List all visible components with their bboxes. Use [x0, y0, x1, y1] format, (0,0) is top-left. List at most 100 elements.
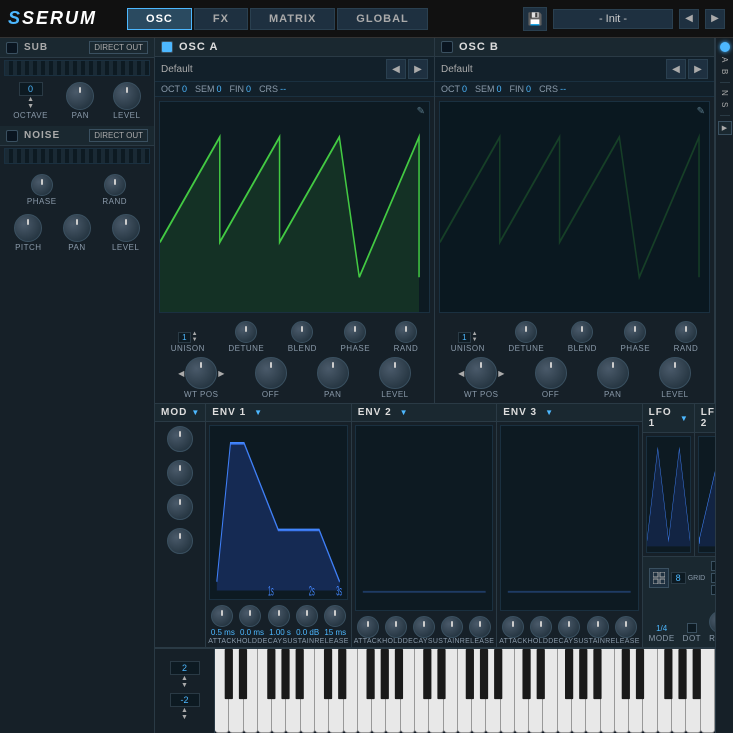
lfo-1-display[interactable]	[646, 436, 691, 553]
osc-a-oct-value[interactable]: 0	[182, 84, 187, 94]
osc-a-blend-knob[interactable]	[291, 321, 313, 343]
white-key-10[interactable]	[344, 649, 358, 733]
white-key-21[interactable]	[501, 649, 515, 733]
white-key-4[interactable]	[258, 649, 272, 733]
white-key-31[interactable]	[643, 649, 657, 733]
osc-a-unison-arrows[interactable]: ▲ ▼	[192, 331, 198, 343]
osc-a-level-knob[interactable]	[379, 357, 411, 389]
octave-low-down[interactable]: ▼	[181, 682, 188, 689]
right-tab-n[interactable]: N	[718, 88, 731, 98]
preset-next-button[interactable]: ▶	[705, 9, 725, 29]
white-key-17[interactable]	[444, 649, 458, 733]
grid-icon-button[interactable]	[649, 568, 669, 588]
octave-down-arrow[interactable]: ▼	[27, 103, 34, 110]
osc-a-sem-value[interactable]: 0	[217, 84, 222, 94]
white-key-18[interactable]	[458, 649, 472, 733]
keyboard-keys[interactable]	[215, 649, 715, 733]
preset-name[interactable]: - Init -	[553, 9, 673, 29]
osc-b-wtpos-prev[interactable]: ◀	[458, 369, 464, 378]
osc-b-next-button[interactable]: ▶	[688, 59, 708, 79]
osc-a-crs-value[interactable]: --	[280, 84, 286, 94]
sub-enable-checkbox[interactable]	[6, 42, 18, 54]
tab-osc[interactable]: OSC	[127, 8, 192, 30]
lfo-2-display[interactable]	[698, 436, 715, 553]
white-key-13[interactable]	[386, 649, 400, 733]
white-key-20[interactable]	[486, 649, 500, 733]
dot-checkbox[interactable]	[687, 623, 697, 633]
osc-a-edit-icon[interactable]: ✎	[417, 106, 425, 117]
right-extra-button[interactable]: ▶	[718, 121, 732, 135]
env-3-attack-knob[interactable]	[502, 616, 524, 638]
env-3-hold-knob[interactable]	[530, 616, 552, 638]
sub-level-knob[interactable]	[113, 82, 141, 110]
white-key-14[interactable]	[401, 649, 415, 733]
osc-a-prev-button[interactable]: ◀	[386, 59, 406, 79]
white-key-33[interactable]	[672, 649, 686, 733]
env-1-hold-knob[interactable]	[239, 605, 261, 627]
osc-a-phase-knob[interactable]	[344, 321, 366, 343]
rate-knob[interactable]	[709, 611, 715, 633]
osc-b-unison-arrows[interactable]: ▲ ▼	[472, 331, 478, 343]
white-key-24[interactable]	[543, 649, 557, 733]
white-key-12[interactable]	[372, 649, 386, 733]
sub-direct-out-button[interactable]: DIRECT OUT	[89, 41, 148, 54]
osc-b-blend-knob[interactable]	[571, 321, 593, 343]
osc-b-wtpos-next[interactable]: ▶	[498, 369, 504, 378]
white-key-8[interactable]	[315, 649, 329, 733]
white-key-11[interactable]	[358, 649, 372, 733]
white-key-34[interactable]	[686, 649, 700, 733]
env-3-decay-knob[interactable]	[558, 616, 580, 638]
mod-knob-2[interactable]	[167, 460, 193, 486]
lfo-1-arrow[interactable]: ▼	[680, 414, 688, 423]
noise-direct-out-button[interactable]: DIRECT OUT	[89, 129, 148, 142]
osc-a-waveform[interactable]: ✎	[159, 101, 430, 313]
osc-a-pan-knob[interactable]	[317, 357, 349, 389]
white-key-1[interactable]	[215, 649, 229, 733]
env-1-display[interactable]: 1s 2s 3s	[209, 425, 347, 600]
mod-knob-3[interactable]	[167, 494, 193, 520]
env-1-sustain-knob[interactable]	[296, 605, 318, 627]
mod-knob-1[interactable]	[167, 426, 193, 452]
osc-b-phase-knob[interactable]	[624, 321, 646, 343]
osc-a-unison-down[interactable]: ▼	[192, 337, 198, 343]
env-3-sustain-knob[interactable]	[587, 616, 609, 638]
octave-high-down[interactable]: ▼	[181, 714, 188, 721]
tab-fx[interactable]: FX	[194, 8, 248, 30]
osc-a-detune-knob[interactable]	[235, 321, 257, 343]
white-key-3[interactable]	[244, 649, 258, 733]
preset-prev-button[interactable]: ◀	[679, 9, 699, 29]
white-key-26[interactable]	[572, 649, 586, 733]
osc-b-detune-knob[interactable]	[515, 321, 537, 343]
osc-b-level-knob[interactable]	[659, 357, 691, 389]
osc-b-rand-knob[interactable]	[675, 321, 697, 343]
right-tab-b[interactable]: B	[718, 67, 731, 76]
env-2-arrow[interactable]: ▼	[400, 408, 408, 417]
env-3-release-knob[interactable]	[615, 616, 637, 638]
white-key-5[interactable]	[272, 649, 286, 733]
env-2-hold-knob[interactable]	[385, 616, 407, 638]
white-key-22[interactable]	[515, 649, 529, 733]
main-pan-knob[interactable]	[63, 214, 91, 242]
noise-rand-knob[interactable]	[104, 174, 126, 196]
env-1-attack-knob[interactable]	[211, 605, 233, 627]
osc-a-wtpos-knob[interactable]	[185, 357, 217, 389]
octave-low-arrows[interactable]: ▲ ▼	[181, 675, 188, 689]
grid-stepper[interactable]: 8	[671, 572, 686, 584]
env-2-release-knob[interactable]	[469, 616, 491, 638]
osc-a-fin-value[interactable]: 0	[246, 84, 251, 94]
osc-a-wtpos-prev[interactable]: ◀	[178, 369, 184, 378]
osc-a-off-knob[interactable]	[255, 357, 287, 389]
sub-pan-knob[interactable]	[66, 82, 94, 110]
env-2-decay-knob[interactable]	[413, 616, 435, 638]
osc-b-wtpos-knob[interactable]	[465, 357, 497, 389]
octave-stepper[interactable]: 0 ▲ ▼	[19, 82, 43, 110]
env-3-display[interactable]	[500, 425, 638, 611]
octave-high-arrows[interactable]: ▲ ▼	[181, 707, 188, 721]
tab-global[interactable]: GLOBAL	[337, 8, 427, 30]
env-2-attack-knob[interactable]	[357, 616, 379, 638]
osc-b-sem-value[interactable]: 0	[497, 84, 502, 94]
osc-b-off-knob[interactable]	[535, 357, 567, 389]
white-key-35[interactable]	[701, 649, 715, 733]
white-key-2[interactable]	[229, 649, 243, 733]
octave-low-up[interactable]: ▲	[181, 675, 188, 682]
